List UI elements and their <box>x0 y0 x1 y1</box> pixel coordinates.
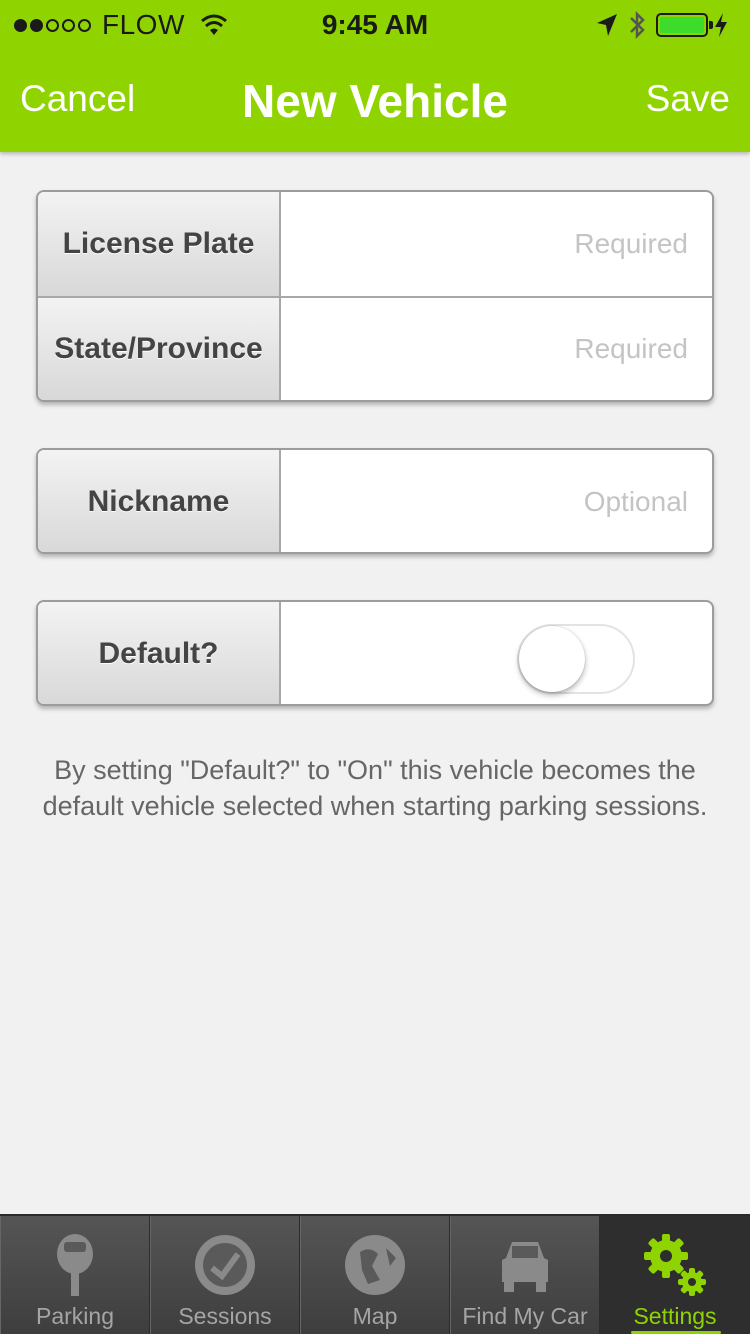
battery-icon <box>656 13 713 37</box>
state-province-label: State/Province <box>38 298 281 400</box>
location-arrow-icon <box>597 14 617 36</box>
nickname-row: Nickname <box>38 450 712 552</box>
state-province-input[interactable] <box>281 298 712 400</box>
status-right <box>596 10 738 40</box>
car-icon <box>490 1230 560 1300</box>
save-button[interactable]: Save <box>646 78 730 120</box>
cancel-button[interactable]: Cancel <box>20 78 135 120</box>
nickname-group: Nickname <box>36 448 714 554</box>
license-plate-input[interactable] <box>281 192 712 296</box>
charging-bolt-icon <box>715 13 727 37</box>
cell-signal-icon <box>14 18 94 32</box>
state-province-row: State/Province <box>38 296 712 400</box>
tab-map[interactable]: Map <box>300 1216 450 1334</box>
wifi-icon <box>200 14 227 35</box>
gears-icon <box>640 1230 710 1300</box>
status-left: FLOW <box>14 9 229 41</box>
globe-icon <box>340 1230 410 1300</box>
vehicle-id-group: License Plate State/Province <box>36 190 714 402</box>
nickname-label: Nickname <box>38 450 281 552</box>
parking-meter-icon <box>40 1230 110 1300</box>
default-group: Default? <box>36 600 714 706</box>
header: FLOW 9:45 AM Cancel New Vehicle Save <box>0 0 750 152</box>
tab-sessions[interactable]: Sessions <box>150 1216 300 1334</box>
license-plate-row: License Plate <box>38 192 712 296</box>
bluetooth-icon <box>630 10 645 40</box>
default-label: Default? <box>38 602 281 704</box>
carrier-name: FLOW <box>102 9 185 40</box>
tab-find-my-car[interactable]: Find My Car <box>450 1216 600 1334</box>
toggle-knob <box>519 626 585 692</box>
tab-bar: Parking Sessions Map Find My Car Setting… <box>0 1214 750 1334</box>
clock-icon <box>190 1230 260 1300</box>
status-bar: FLOW 9:45 AM <box>0 0 750 50</box>
tab-settings[interactable]: Settings <box>600 1216 750 1334</box>
default-toggle[interactable] <box>517 624 635 694</box>
tab-parking[interactable]: Parking <box>0 1216 150 1334</box>
default-row: Default? <box>38 602 712 704</box>
nickname-input[interactable] <box>281 450 712 552</box>
license-plate-label: License Plate <box>38 192 281 296</box>
default-help-text: By setting "Default?" to "On" this vehic… <box>42 755 708 821</box>
